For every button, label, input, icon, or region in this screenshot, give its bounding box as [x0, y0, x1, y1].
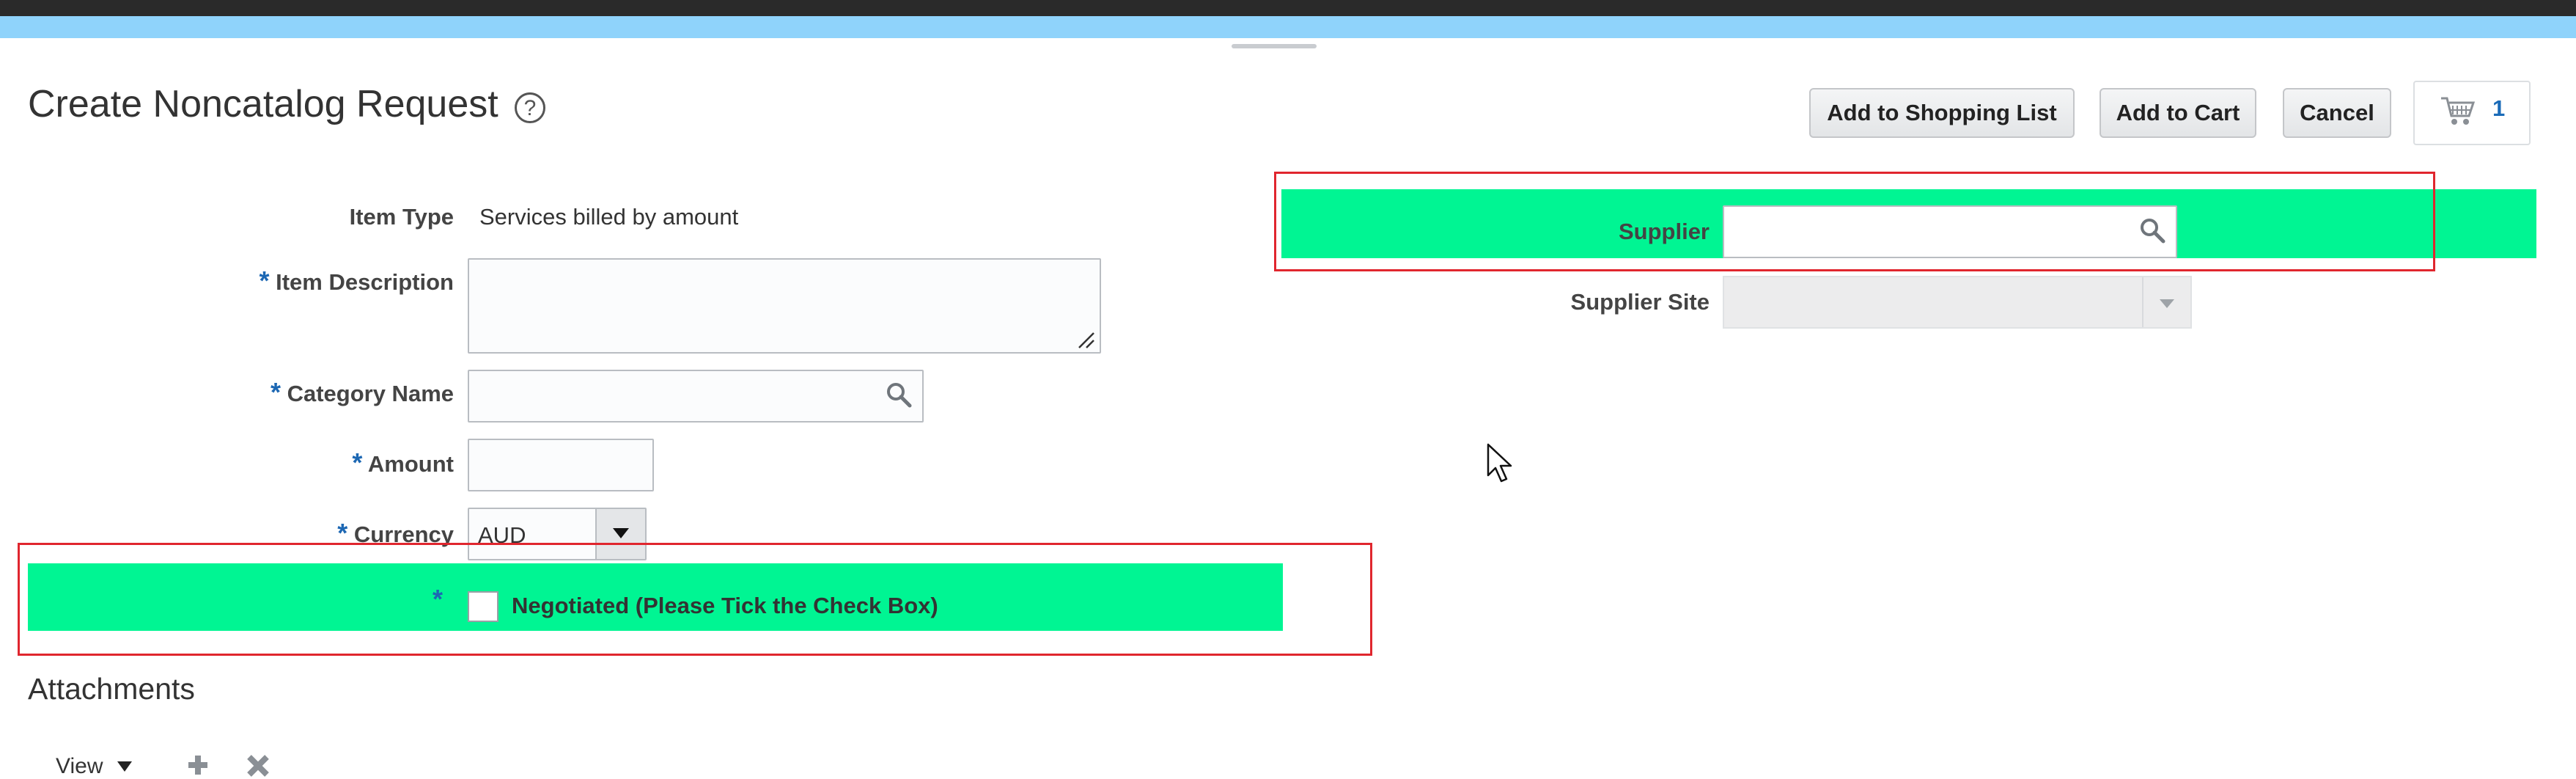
supplier-site-select[interactable] [1723, 276, 2192, 329]
plus-icon[interactable] [183, 753, 213, 778]
negotiated-label[interactable]: Negotiated (Please Tick the Check Box) [512, 593, 938, 619]
category-name-input[interactable] [469, 371, 922, 421]
header-accent-bar [0, 16, 2576, 38]
view-menu-label: View [56, 754, 103, 778]
supplier-field[interactable] [1723, 205, 2177, 258]
category-name-field[interactable] [468, 370, 924, 423]
supplier-input[interactable] [1724, 207, 2176, 257]
required-marker: * [352, 447, 363, 478]
negotiated-checkbox[interactable] [468, 591, 498, 622]
add-to-cart-button[interactable]: Add to Cart [2100, 88, 2256, 138]
chevron-down-icon[interactable] [2158, 298, 2176, 310]
amount-input[interactable] [469, 440, 652, 490]
supplier-label: Supplier [1618, 219, 1710, 244]
required-marker: * [270, 377, 281, 407]
item-description-label-group: * Item Description [259, 266, 454, 296]
category-name-label: Category Name [287, 381, 454, 406]
search-icon[interactable] [2139, 217, 2165, 244]
resize-handle-icon[interactable] [1075, 329, 1095, 349]
cart-count-badge[interactable]: 1 [2492, 95, 2505, 122]
chevron-down-icon[interactable] [116, 760, 133, 773]
item-description-field[interactable] [468, 258, 1101, 354]
page-title: Create Noncatalog Request [28, 83, 498, 125]
item-type-label: Item Type [349, 204, 454, 230]
attachments-title: Attachments [28, 672, 195, 706]
question-circle-icon[interactable]: ? [515, 92, 545, 123]
view-menu[interactable]: View [56, 754, 103, 779]
supplier-site-label: Supplier Site [1570, 289, 1710, 315]
item-description-label: Item Description [276, 269, 454, 295]
required-marker: * [433, 584, 444, 614]
amount-label: Amount [367, 451, 454, 477]
add-to-shopping-list-button[interactable]: Add to Shopping List [1809, 88, 2075, 138]
mouse-cursor-icon [1487, 443, 1512, 483]
cancel-button[interactable]: Cancel [2283, 88, 2391, 138]
item-description-input[interactable] [469, 260, 1100, 352]
amount-field[interactable] [468, 439, 654, 491]
search-icon[interactable] [886, 381, 912, 408]
chevron-down-icon [613, 528, 629, 538]
window-top-bar [0, 0, 2576, 16]
panel-resize-grip[interactable] [1232, 44, 1317, 48]
amount-label-group: * Amount [352, 447, 454, 478]
shopping-cart-icon [2441, 97, 2476, 125]
category-name-label-group: * Category Name [271, 377, 454, 408]
x-icon[interactable] [243, 753, 273, 778]
item-type-value: Services billed by amount [479, 204, 739, 230]
required-marker: * [259, 266, 270, 296]
select-divider [2142, 277, 2143, 327]
